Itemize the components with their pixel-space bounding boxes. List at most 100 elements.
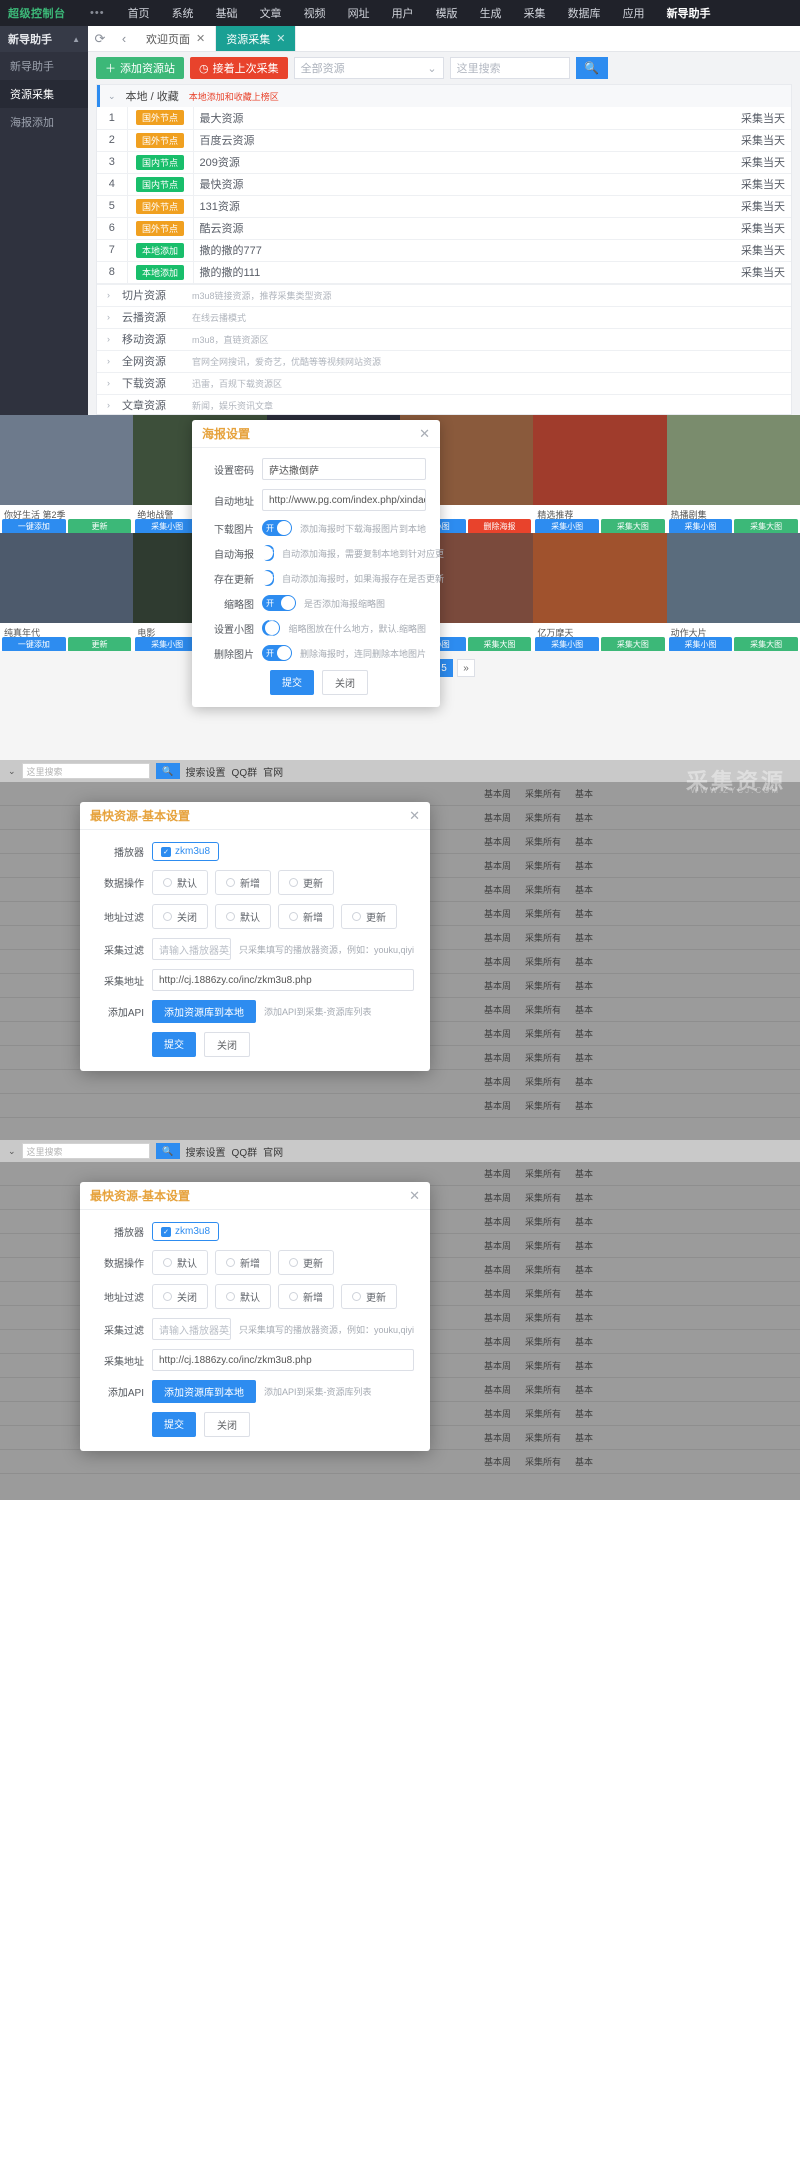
radio-option-url_filter-0[interactable]: 关闭 [152,1284,208,1309]
poster-card[interactable]: 动作大片采集小图采集大图 [667,533,800,651]
resume-collect-button[interactable]: ◷ 接着上次采集 [190,57,288,79]
sidebar-item-0[interactable]: 新导助手 [0,52,88,80]
poster-action-button[interactable]: 更新 [68,637,132,651]
poster-action-button[interactable]: 采集大图 [601,637,665,651]
accordion-row-3[interactable]: ›全网资源官网全网搜讯，爱奇艺，优酷等等视频网站资源 [97,350,791,372]
sidebar-item-1[interactable]: 资源采集 [0,80,88,108]
collect-url-input[interactable]: http://cj.1886zy.co/inc/zkm3u8.php [152,969,414,991]
radio-option-data_op-2[interactable]: 更新 [278,1250,334,1275]
top-nav-item-7[interactable]: 模版 [425,5,469,21]
poster-action-button[interactable]: 一键添加 [2,519,66,533]
page-button-6[interactable]: » [457,659,475,677]
poster-card[interactable]: 热播剧集采集小图采集大图 [667,415,800,533]
radio-option-url_filter-1[interactable]: 默认 [215,904,271,929]
top-nav-item-12[interactable]: 新导助手 [656,5,722,21]
collect-filter-input[interactable]: 请输入播放器英文名称 [152,1318,231,1340]
field-input[interactable]: 萨达撒倒萨 [262,458,426,480]
search-input[interactable]: 这里搜索 [22,1143,150,1159]
close-icon[interactable]: ✕ [419,426,430,442]
player-chip[interactable]: ✓ zkm3u8 [152,842,219,861]
search-input[interactable]: 这里搜索 [22,763,150,779]
add-resource-library-button[interactable]: 添加资源库到本地 [152,1380,256,1403]
top-nav-item-6[interactable]: 用户 [381,5,425,21]
field-input[interactable]: http://www.pg.com/index.php/xindaozhusho… [262,489,426,511]
top-nav-item-9[interactable]: 采集 [513,5,557,21]
table-row[interactable]: 8本地添加撒的撒的111采集当天 [97,261,791,283]
row-action[interactable]: 采集当天 [727,129,791,151]
toggle-switch[interactable]: 开 [262,570,274,586]
accordion-row-0[interactable]: ›切片资源m3u8链接资源，推荐采集类型资源 [97,284,791,306]
radio-option-data_op-0[interactable]: 默认 [152,870,208,895]
chevron-down-icon[interactable]: ⌄ [8,766,16,777]
toggle-switch[interactable]: 开 [262,545,274,561]
add-resource-site-button[interactable]: ＋ 添加资源站 [96,57,184,79]
cancel-button[interactable]: 关闭 [204,1412,250,1437]
table-row[interactable]: 4国内节点最快资源采集当天 [97,173,791,195]
poster-card[interactable]: 纯真年代一键添加更新 [0,533,133,651]
top-nav-item-3[interactable]: 文章 [249,5,293,21]
player-chip[interactable]: ✓ zkm3u8 [152,1222,219,1241]
table-row[interactable]: 1国外节点最大资源采集当天 [97,107,791,129]
row-action[interactable]: 采集当天 [727,107,791,129]
search-icon[interactable]: 🔍 [576,57,608,79]
radio-option-url_filter-3[interactable]: 更新 [341,904,397,929]
top-nav-item-2[interactable]: 基础 [205,5,249,21]
top-nav-item-1[interactable]: 系统 [161,5,205,21]
poster-action-button[interactable]: 采集小图 [135,519,199,533]
radio-option-data_op-1[interactable]: 新增 [215,1250,271,1275]
resource-filter-select[interactable]: 全部资源 ⌄ [294,57,444,79]
accordion-row-4[interactable]: ›下载资源迅雷，百规下载资源区 [97,372,791,394]
collect-url-input[interactable]: http://cj.1886zy.co/inc/zkm3u8.php [152,1349,414,1371]
toggle-switch[interactable]: 缩略图 [262,620,280,636]
toggle-switch[interactable]: 开 [262,645,292,661]
close-icon[interactable]: ✕ [409,1188,420,1204]
submit-button[interactable]: 提交 [152,1032,196,1057]
accordion-row-5[interactable]: ›文章资源新闻，娱乐资讯文章 [97,394,791,416]
poster-action-button[interactable]: 采集大图 [734,637,798,651]
search-icon[interactable]: 🔍 [156,763,180,779]
cancel-button[interactable]: 关闭 [322,670,368,695]
row-action[interactable]: 采集当天 [727,239,791,261]
sidebar-header[interactable]: 新导助手 ▲ [0,26,88,52]
row-action[interactable]: 采集当天 [727,261,791,283]
poster-action-button[interactable]: 采集小图 [535,519,599,533]
submit-button[interactable]: 提交 [270,670,314,695]
close-icon[interactable]: ✕ [409,808,420,824]
row-action[interactable]: 采集当天 [727,195,791,217]
poster-action-button[interactable]: 更新 [68,519,132,533]
poster-action-button[interactable]: 采集小图 [535,637,599,651]
radio-option-data_op-1[interactable]: 新增 [215,870,271,895]
toggle-switch[interactable]: 开 [262,520,292,536]
top-nav-item-11[interactable]: 应用 [612,5,656,21]
link-search-settings[interactable]: 搜索设置 [186,1144,226,1159]
table-row[interactable]: 5国外节点131资源采集当天 [97,195,791,217]
poster-action-button[interactable]: 删除海报 [468,519,532,533]
poster-action-button[interactable]: 采集小图 [669,519,733,533]
poster-card[interactable]: 精选推荐采集小图采集大图 [533,415,666,533]
radio-option-url_filter-1[interactable]: 默认 [215,1284,271,1309]
accordion-row-1[interactable]: ›云播资源在线云播模式 [97,306,791,328]
chevron-left-icon[interactable]: ‹ [112,26,136,51]
poster-card[interactable]: 你好生活 第2季一键添加更新 [0,415,133,533]
link-official-site[interactable]: 官网 [263,1144,283,1159]
tab-0[interactable]: 欢迎页面✕ [136,26,216,51]
link-search-settings[interactable]: 搜索设置 [186,764,226,779]
top-nav-item-8[interactable]: 生成 [469,5,513,21]
chevron-down-icon[interactable]: ⌄ [8,1146,16,1157]
close-icon[interactable]: ✕ [276,32,285,45]
tab-1[interactable]: 资源采集✕ [216,26,296,51]
table-row[interactable]: 3国内节点209资源采集当天 [97,151,791,173]
table-row[interactable]: 2国外节点百度云资源采集当天 [97,129,791,151]
radio-option-url_filter-2[interactable]: 新增 [278,1284,334,1309]
top-nav-item-5[interactable]: 网址 [337,5,381,21]
cancel-button[interactable]: 关闭 [204,1032,250,1057]
accordion-row-2[interactable]: ›移动资源m3u8，直链资源区 [97,328,791,350]
table-row[interactable]: 7本地添加撒的撒的777采集当天 [97,239,791,261]
row-action[interactable]: 采集当天 [727,151,791,173]
poster-action-button[interactable]: 一键添加 [2,637,66,651]
radio-option-data_op-0[interactable]: 默认 [152,1250,208,1275]
ellipsis-icon[interactable]: ••• [86,7,117,19]
top-nav-item-0[interactable]: 首页 [117,5,161,21]
radio-option-url_filter-3[interactable]: 更新 [341,1284,397,1309]
search-icon[interactable]: 🔍 [156,1143,180,1159]
